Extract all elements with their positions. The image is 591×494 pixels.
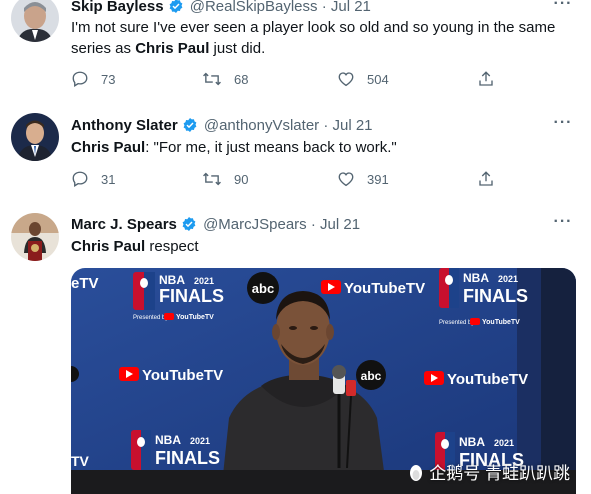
mention-bold: Chris Paul	[135, 40, 210, 57]
tweet-text: Chris Paul: "For me, it just means back …	[71, 139, 397, 156]
retweet-button[interactable]: 90	[202, 169, 248, 189]
svg-text:2021: 2021	[190, 436, 210, 446]
tweet-date[interactable]: Jul 21	[320, 216, 360, 233]
reply-button[interactable]: 31	[71, 169, 115, 189]
reply-button[interactable]: 73	[71, 69, 115, 89]
svg-text:NBA: NBA	[459, 435, 485, 449]
author-handle[interactable]: @anthonyVslater	[204, 117, 319, 134]
verified-badge-icon	[182, 117, 198, 138]
backdrop-partial-tv: TV	[71, 453, 90, 469]
reply-count: 31	[101, 171, 116, 187]
reply-icon	[72, 171, 88, 187]
svg-text:2021: 2021	[194, 276, 214, 286]
like-button[interactable]: 504	[337, 69, 389, 89]
avatar[interactable]	[11, 213, 59, 261]
share-button[interactable]	[477, 69, 507, 89]
retweet-count: 90	[234, 171, 249, 187]
author-name[interactable]: Skip Bayless	[71, 0, 164, 15]
svg-text:2021: 2021	[494, 438, 514, 448]
like-button[interactable]: 391	[337, 169, 389, 189]
author-name[interactable]: Marc J. Spears	[71, 216, 177, 233]
like-count: 504	[367, 71, 389, 87]
svg-text:FINALS: FINALS	[155, 448, 220, 468]
svg-text:2021: 2021	[498, 274, 518, 284]
abc-logo: abc	[356, 360, 386, 390]
penguin-logo-icon	[407, 464, 425, 482]
tweet-date[interactable]: Jul 21	[333, 117, 373, 134]
separator-dot: ·	[310, 216, 316, 233]
abc-logo: abc	[247, 272, 279, 304]
svg-text:YouTubeTV: YouTubeTV	[482, 319, 520, 326]
svg-text:NBA: NBA	[155, 433, 181, 447]
svg-text:abc: abc	[361, 369, 382, 383]
heart-icon	[338, 172, 354, 187]
svg-text:YouTubeTV: YouTubeTV	[176, 314, 214, 321]
avatar[interactable]	[11, 113, 59, 161]
tweet-header: Marc J. Spears @MarcJSpears · Jul 21	[71, 216, 360, 237]
svg-text:NBA: NBA	[463, 271, 489, 285]
nba-finals-logo: NBA FINALS 2021	[131, 430, 220, 470]
heart-icon	[338, 72, 354, 87]
more-icon[interactable]: ···	[553, 115, 573, 136]
tweet-header: Anthony Slater @anthonyVslater · Jul 21	[71, 117, 373, 138]
more-icon[interactable]: ···	[553, 0, 573, 17]
tweet-text: I'm not sure I've ever seen a player loo…	[71, 19, 556, 57]
svg-text:FINALS: FINALS	[159, 286, 224, 306]
author-handle[interactable]: @MarcJSpears	[203, 216, 307, 233]
tweet-actions: 73 68 504	[71, 69, 501, 89]
svg-text:Presented by: Presented by	[133, 315, 168, 321]
author-handle[interactable]: @RealSkipBayless	[190, 0, 318, 15]
tweet-text: Chris Paul respect	[71, 238, 199, 255]
mention-bold: Chris Paul	[71, 139, 146, 156]
svg-text:abc: abc	[252, 281, 274, 296]
tweet-media-photo[interactable]: eTV NBA FINALS 2021 Presented by YouTube…	[71, 268, 576, 494]
separator-dot: ·	[321, 0, 327, 15]
watermark: 企鹅号 青蛙趴趴跳	[407, 459, 570, 484]
tweet-skip-bayless[interactable]: Skip Bayless @RealSkipBayless · Jul 21 ·…	[0, 0, 591, 100]
svg-text:NBA: NBA	[159, 273, 185, 287]
retweet-button[interactable]: 68	[202, 69, 248, 89]
like-count: 391	[367, 171, 389, 187]
author-name[interactable]: Anthony Slater	[71, 117, 178, 134]
tweet-date[interactable]: Jul 21	[331, 0, 371, 15]
backdrop-partial-tv: eTV	[71, 275, 99, 292]
tweet-actions: 31 90 391	[71, 169, 501, 189]
reply-count: 73	[101, 71, 116, 87]
reply-icon	[72, 71, 88, 87]
svg-text:YouTubeTV: YouTubeTV	[142, 367, 223, 384]
svg-text:FINALS: FINALS	[463, 286, 528, 306]
retweet-icon	[203, 172, 221, 186]
verified-badge-icon	[181, 216, 197, 237]
svg-text:Presented by: Presented by	[439, 320, 474, 326]
share-icon	[479, 71, 493, 86]
avatar[interactable]	[11, 0, 59, 42]
separator-dot: ·	[323, 117, 329, 134]
more-icon[interactable]: ···	[553, 214, 573, 235]
mention-bold: Chris Paul	[71, 238, 146, 255]
tweet-anthony-slater[interactable]: Anthony Slater @anthonyVslater · Jul 21 …	[0, 99, 591, 201]
svg-text:YouTubeTV: YouTubeTV	[344, 280, 425, 297]
share-button[interactable]	[477, 169, 507, 189]
svg-text:YouTubeTV: YouTubeTV	[447, 371, 528, 388]
share-icon	[479, 171, 493, 186]
retweet-icon	[203, 72, 221, 86]
retweet-count: 68	[234, 71, 249, 87]
